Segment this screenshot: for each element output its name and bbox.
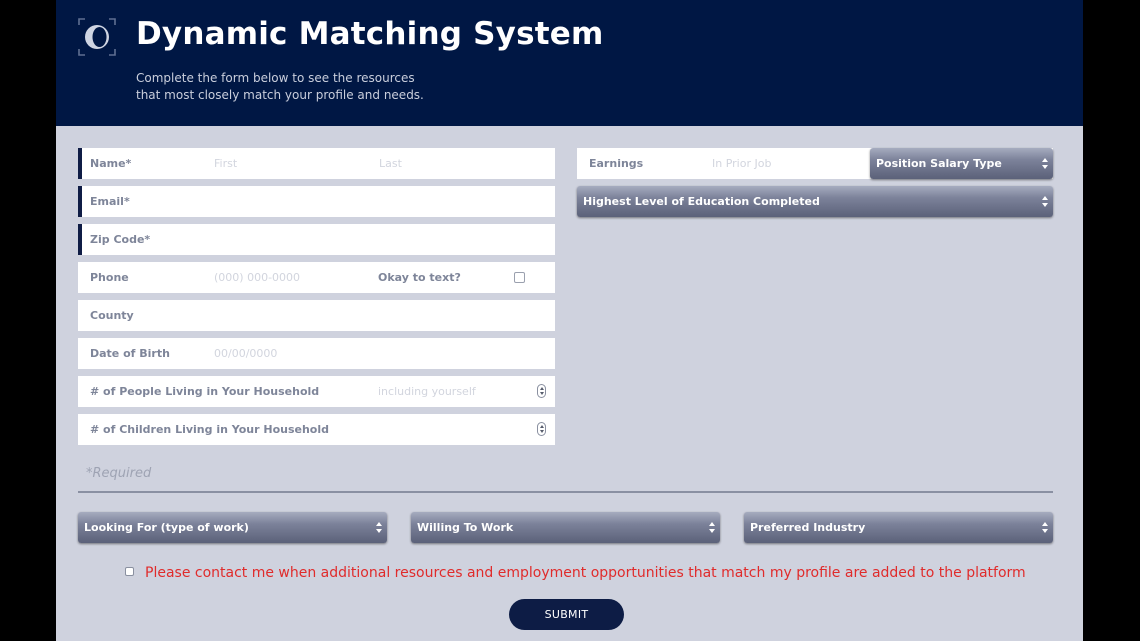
date-of-birth-field[interactable]: Date of Birth 00/00/0000 (78, 338, 555, 369)
children-count-label: # of Children Living in Your Household (90, 423, 330, 436)
date-of-birth-label: Date of Birth (90, 347, 170, 360)
okay-to-text-label: Okay to text? (378, 271, 461, 284)
preferred-industry-label: Preferred Industry (750, 521, 866, 534)
page-subtitle: Complete the form below to see the resou… (136, 70, 456, 104)
education-level-label: Highest Level of Education Completed (583, 195, 820, 208)
household-size-input[interactable]: including yourself (378, 376, 476, 407)
county-field[interactable]: County (78, 300, 555, 331)
phone-field[interactable]: Phone (000) 000-0000 Okay to text? (78, 262, 555, 293)
zip-code-label: Zip Code* (90, 233, 151, 246)
county-label: County (90, 309, 134, 322)
email-field[interactable]: Email* (78, 186, 555, 217)
position-salary-type-select[interactable]: Position Salary Type (870, 148, 1053, 179)
preferred-industry-select[interactable]: Preferred Industry (744, 512, 1053, 543)
okay-to-text-checkbox[interactable] (514, 272, 525, 283)
looking-for-select[interactable]: Looking For (type of work) (78, 512, 387, 543)
target-o-icon (78, 18, 116, 56)
contact-consent-checkbox[interactable] (125, 567, 134, 576)
last-name-input[interactable]: Last (379, 148, 402, 179)
phone-label: Phone (90, 271, 129, 284)
date-of-birth-input[interactable]: 00/00/0000 (214, 338, 277, 369)
select-arrows-icon (1042, 196, 1048, 207)
select-arrows-icon (709, 522, 715, 533)
name-label: Name* (90, 157, 132, 170)
earnings-input[interactable]: In Prior Job (712, 148, 771, 179)
position-salary-type-label: Position Salary Type (876, 157, 1002, 170)
contact-consent-label: Please contact me when additional resour… (145, 565, 1026, 581)
subtitle-line-1: Complete the form below to see the resou… (136, 71, 415, 85)
section-divider (78, 491, 1053, 493)
household-size-field[interactable]: # of People Living in Your Household inc… (78, 376, 555, 407)
page-title: Dynamic Matching System (136, 16, 604, 52)
zip-code-field[interactable]: Zip Code* (78, 224, 555, 255)
education-level-select[interactable]: Highest Level of Education Completed (577, 186, 1053, 217)
select-arrows-icon (376, 522, 382, 533)
phone-input[interactable]: (000) 000-0000 (214, 262, 300, 293)
children-stepper-icon[interactable] (537, 422, 546, 436)
select-arrows-icon (1042, 158, 1048, 169)
submit-button[interactable]: SUBMIT (509, 599, 624, 630)
email-label: Email* (90, 195, 130, 208)
earnings-label: Earnings (589, 157, 644, 170)
app-window: Dynamic Matching System Complete the for… (56, 0, 1083, 641)
name-field[interactable]: Name* First Last (78, 148, 555, 179)
willing-to-work-label: Willing To Work (417, 521, 514, 534)
select-arrows-icon (1042, 522, 1048, 533)
children-count-field[interactable]: # of Children Living in Your Household (78, 414, 555, 445)
subtitle-line-2: that most closely match your profile and… (136, 88, 424, 102)
household-size-label: # of People Living in Your Household (90, 385, 320, 398)
willing-to-work-select[interactable]: Willing To Work (411, 512, 720, 543)
household-stepper-icon[interactable] (537, 384, 546, 398)
page-header: Dynamic Matching System Complete the for… (56, 0, 1083, 126)
required-note: *Required (86, 466, 152, 481)
first-name-input[interactable]: First (214, 148, 237, 179)
looking-for-label: Looking For (type of work) (84, 521, 249, 534)
